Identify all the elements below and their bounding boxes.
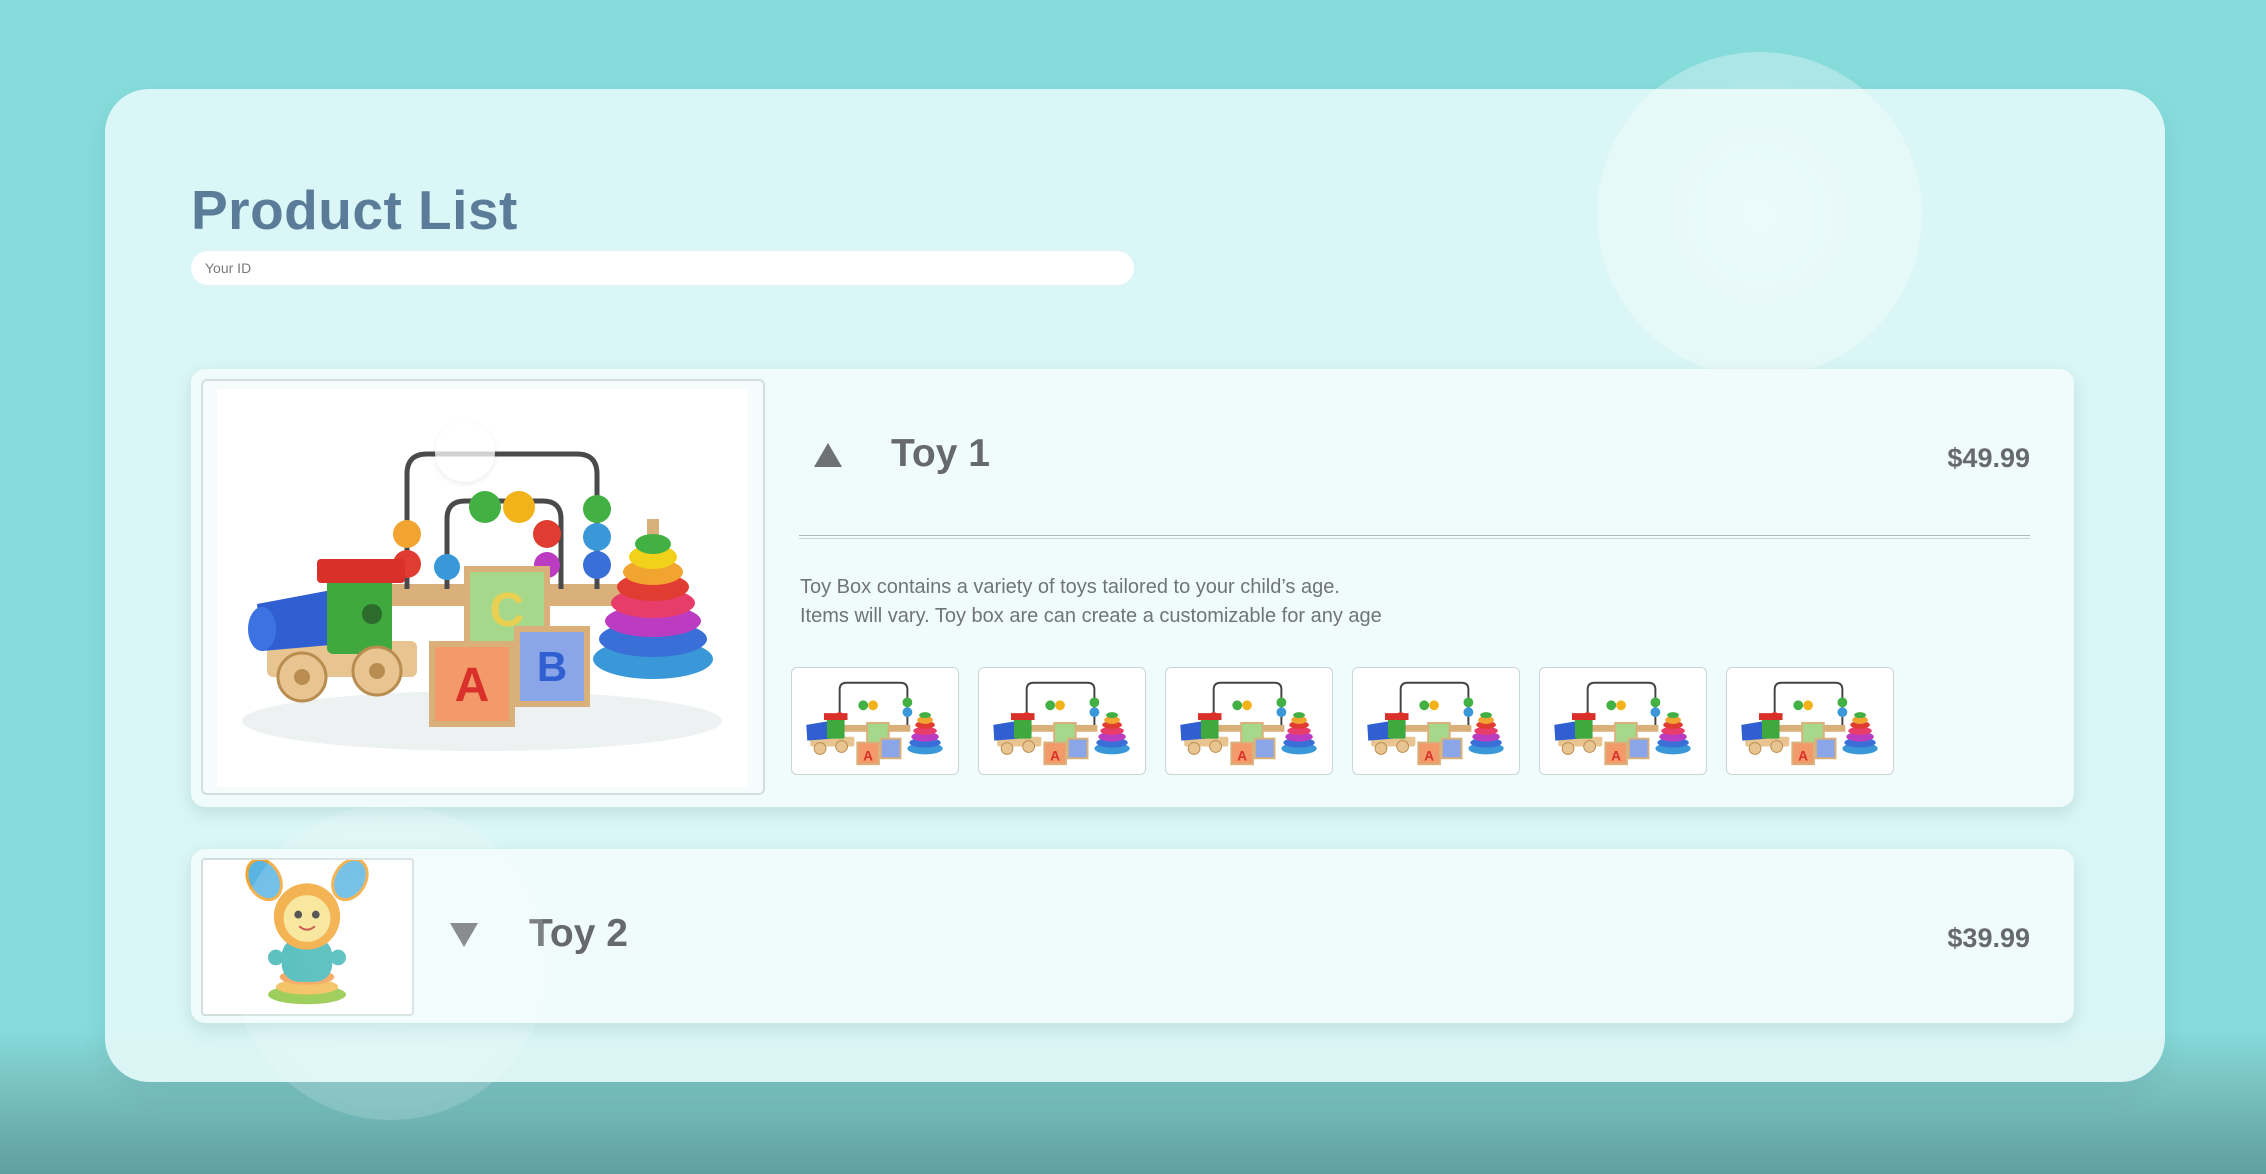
product-card-toy-2[interactable]: Toy 2 $39.99 [191,849,2074,1023]
product-description-line-2: Items will vary. Toy box are can create … [800,605,1382,627]
svg-text:A: A [455,659,490,712]
product-thumbnail[interactable] [1352,667,1520,775]
toy-set-image: C A B [242,451,722,751]
product-name: Toy 2 [529,912,628,955]
plush-toy-image [245,860,369,1005]
product-thumbnail[interactable] [791,667,959,775]
product-main-image [201,858,414,1016]
collapse-toggle-triangle-up-icon[interactable] [813,441,843,469]
product-thumbnail[interactable] [978,667,1146,775]
svg-text:B: B [537,643,567,690]
product-card-toy-1[interactable]: C A B Toy 1 $49.99 Toy Box contains a va… [191,369,2074,807]
product-thumbnail[interactable] [1726,667,1894,775]
section-divider [799,535,2030,539]
product-thumbnail[interactable] [1165,667,1333,775]
product-thumbnail[interactable] [1539,667,1707,775]
product-main-image: C A B [201,379,765,795]
product-name: Toy 1 [891,432,990,475]
expand-toggle-triangle-down-icon[interactable] [449,921,479,949]
page-title: Product List [191,179,518,241]
search-input[interactable] [191,251,1134,285]
product-price: $49.99 [1947,443,2030,473]
product-price: $39.99 [1947,923,2030,953]
product-description-line-1: Toy Box contains a variety of toys tailo… [800,576,1340,598]
